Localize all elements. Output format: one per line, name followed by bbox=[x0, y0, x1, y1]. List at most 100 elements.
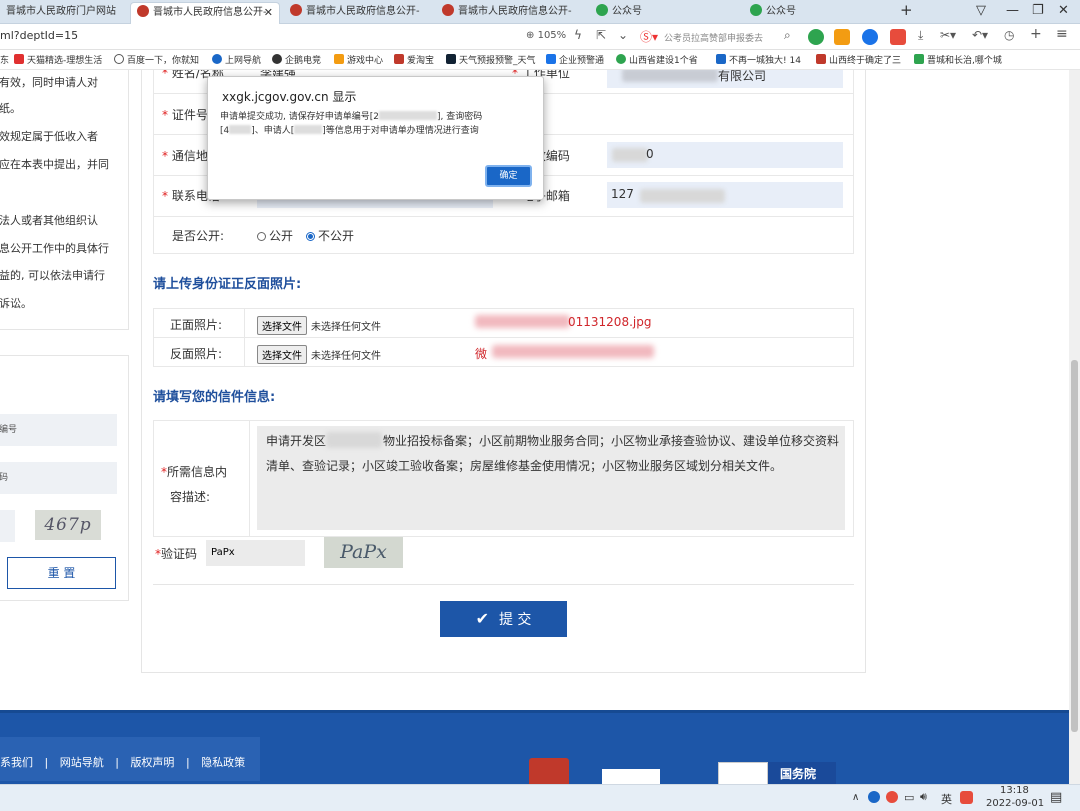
footer-link-sitemap[interactable]: 网站导航 bbox=[60, 756, 104, 769]
search-icon[interactable]: ⌕ bbox=[784, 28, 791, 43]
query-password-input[interactable]: 码 bbox=[0, 462, 117, 494]
sogou-tray-icon[interactable] bbox=[960, 791, 973, 804]
globe-icon bbox=[114, 54, 124, 64]
clock-time[interactable]: 13:18 bbox=[1000, 785, 1029, 796]
volume-icon[interactable]: 🔊︎ bbox=[920, 790, 927, 804]
qr-badge-icon[interactable] bbox=[718, 762, 768, 784]
chevron-up-icon[interactable]: ∧ bbox=[852, 792, 859, 803]
history-icon[interactable]: ◷ bbox=[1004, 28, 1014, 42]
scrollbar-thumb[interactable] bbox=[1071, 360, 1078, 732]
back-photo-label: 反面照片: bbox=[170, 347, 223, 361]
scissors-icon[interactable]: ✂▾ bbox=[940, 28, 956, 42]
notice-box: 有效，同时申请人对 纸。 效规定属于低收入者 应在本表中提出，并同 法人或者其他… bbox=[0, 70, 129, 330]
party-emblem-icon[interactable] bbox=[529, 758, 569, 784]
bookmark-item[interactable]: 山西终于确定了三 bbox=[816, 53, 901, 66]
notification-icon[interactable]: ▤ bbox=[1050, 790, 1062, 805]
radio-label: 公开 bbox=[269, 229, 294, 243]
dialog-ok-button[interactable]: 确定 bbox=[485, 165, 532, 187]
radio-label: 不公开 bbox=[318, 229, 355, 243]
translate-icon[interactable] bbox=[890, 29, 906, 45]
footer-link-contact[interactable]: 系我们 bbox=[0, 756, 33, 769]
lightning-icon[interactable]: ϟ bbox=[574, 28, 582, 42]
dialog-message-line: ]等信息用于对申请单办理情况进行查询 bbox=[322, 126, 479, 136]
public-option-no[interactable]: 不公开 bbox=[306, 227, 354, 244]
extension-blue-icon[interactable] bbox=[862, 29, 878, 45]
bookmark-item[interactable]: 企鹅电竞 bbox=[272, 53, 321, 66]
front-choose-file-button[interactable]: 选择文件 bbox=[257, 316, 307, 335]
menu-icon[interactable]: ≡ bbox=[1056, 26, 1068, 42]
undo-icon[interactable]: ↶▾ bbox=[972, 28, 988, 42]
extension-green-icon[interactable] bbox=[808, 29, 824, 45]
bookmark-item[interactable]: 爱淘宝 bbox=[394, 53, 434, 66]
clock-date[interactable]: 2022-09-01 bbox=[986, 798, 1044, 809]
bookmark-item[interactable]: 上网导航 bbox=[212, 53, 261, 66]
back-choose-file-button[interactable]: 选择文件 bbox=[257, 345, 307, 364]
leaf-icon bbox=[914, 54, 924, 64]
download-icon[interactable]: ⤓ bbox=[918, 28, 923, 43]
state-council-badge[interactable]: 国务院 bbox=[768, 762, 836, 784]
email-value: 127 bbox=[611, 187, 634, 201]
tab-active[interactable]: 晋城市人民政府信息公开- ✕ bbox=[130, 2, 280, 24]
captcha-image[interactable]: PaPx bbox=[324, 537, 403, 568]
notice-text: 纸。 bbox=[0, 102, 21, 115]
app-tray-icon[interactable] bbox=[886, 791, 898, 803]
share-icon[interactable]: ⇱ bbox=[596, 28, 606, 42]
query-number-input[interactable]: 编号 bbox=[0, 414, 117, 446]
footer-link-privacy[interactable]: 隐私政策 bbox=[201, 756, 245, 769]
gov-emblem-icon bbox=[290, 4, 302, 16]
ime-indicator[interactable]: 英 bbox=[941, 791, 952, 807]
url-field[interactable]: ml?deptId=15 bbox=[0, 29, 78, 42]
tab-wechat-2[interactable]: 公众号 bbox=[744, 2, 894, 24]
wechat-icon bbox=[750, 4, 762, 16]
new-tab-button[interactable]: + bbox=[900, 1, 913, 19]
captcha-field-value: PaPx bbox=[211, 547, 235, 558]
bookmark-item[interactable]: 天猫精选-理想生活 bbox=[14, 53, 102, 66]
page-scrollbar[interactable] bbox=[1069, 70, 1080, 784]
description-text-2: 物业招投标备案；小区前期物业服务合同；小区物业承接查验协议、建设单位移交资料 bbox=[383, 434, 840, 448]
bookmark-item[interactable]: 山西省建设1个省 bbox=[616, 53, 698, 66]
bookmark-item[interactable]: 不再一城独大! 14 bbox=[716, 53, 801, 66]
redacted bbox=[229, 125, 252, 134]
dialog-message-line: ]、申请人[ bbox=[251, 126, 295, 136]
close-tab-icon[interactable]: ✕ bbox=[264, 3, 273, 23]
network-icon[interactable]: ▭ bbox=[904, 791, 914, 804]
bookmark-label: 百度一下，你就知 bbox=[127, 56, 200, 66]
bookmark-item[interactable]: 天气预报预警_天气 bbox=[446, 53, 536, 66]
tab-list-icon[interactable]: ▽ bbox=[976, 3, 986, 18]
dialog-title: xxgk.jcgov.gov.cn 显示 bbox=[222, 90, 357, 104]
bookmark-item[interactable]: 游戏中心 bbox=[334, 53, 383, 66]
tab-label: 公众号 bbox=[612, 6, 642, 17]
postcode-value: 0 bbox=[646, 147, 654, 161]
footer-link-copyright[interactable]: 版权声明 bbox=[130, 756, 174, 769]
tab-info-2[interactable]: 晋城市人民政府信息公开- bbox=[284, 2, 434, 24]
close-window-icon[interactable]: ✕ bbox=[1058, 3, 1069, 18]
zoom-indicator[interactable]: ⊕ 105% bbox=[526, 30, 566, 41]
bookmark-item[interactable]: 企业预警通 bbox=[546, 53, 604, 66]
security-tray-icon[interactable] bbox=[868, 791, 880, 803]
game-controller-icon[interactable] bbox=[834, 29, 850, 45]
minimize-icon[interactable]: — bbox=[1006, 3, 1019, 18]
description-label-1: *所需信息内 bbox=[161, 465, 228, 479]
tab-wechat-1[interactable]: 公众号 bbox=[590, 2, 740, 24]
bookmark-item[interactable]: 晋城和长治,哪个城 bbox=[914, 53, 1002, 66]
back-no-file-text: 未选择任何文件 bbox=[311, 351, 381, 362]
search-engine-icon[interactable]: Ⓢ▾ bbox=[640, 28, 658, 45]
captcha-image[interactable]: 467p bbox=[35, 510, 101, 540]
bookmark-item[interactable]: 百度一下，你就知 bbox=[114, 53, 199, 66]
notice-text: 有效，同时申请人对 bbox=[0, 76, 98, 89]
captcha-input[interactable] bbox=[0, 510, 15, 542]
gov-emblem-icon bbox=[442, 4, 454, 16]
chevron-down-icon[interactable]: ⌄ bbox=[618, 28, 628, 42]
gov-badge-icon[interactable] bbox=[602, 769, 660, 784]
redacted bbox=[612, 148, 648, 162]
reset-button[interactable]: 重 置 bbox=[7, 557, 116, 589]
add-icon[interactable]: + bbox=[1030, 26, 1042, 42]
bookmark-item[interactable]: 东 bbox=[0, 53, 9, 66]
public-option-yes[interactable]: 公开 bbox=[257, 227, 293, 244]
restore-icon[interactable]: ❐ bbox=[1032, 3, 1044, 18]
back-file-name: 微 bbox=[475, 347, 488, 361]
gov-emblem-icon bbox=[137, 5, 149, 17]
tab-portal[interactable]: 晋城市人民政府门户网站 bbox=[0, 2, 128, 24]
submit-button[interactable]: ✔ 提 交 bbox=[440, 601, 567, 637]
tab-info-3[interactable]: 晋城市人民政府信息公开- bbox=[436, 2, 586, 24]
